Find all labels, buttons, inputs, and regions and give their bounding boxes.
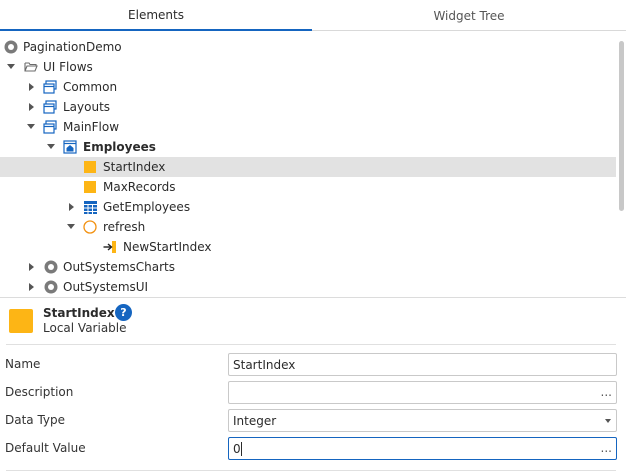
chevron-down-icon[interactable] [25,121,37,133]
module-icon [4,40,18,54]
module-icon [44,280,58,294]
property-element-type: Local Variable [43,321,127,335]
chevron-right-icon[interactable] [26,261,38,273]
data-type-select[interactable]: Integer [228,409,617,432]
default-value-value: 0 [233,442,241,456]
help-icon[interactable]: ? [115,304,132,321]
tree-item-label: StartIndex [103,160,166,174]
tree-item-label: GetEmployees [103,200,191,214]
property-element-name: StartIndex [43,306,115,320]
tree-item-label: refresh [103,220,146,234]
bottom-separator [6,470,616,471]
chevron-right-icon[interactable] [66,201,78,213]
field-label-data-type: Data Type [5,413,66,427]
tree-item-label: OutSystemsCharts [63,260,175,274]
module-icon [44,260,58,274]
tree-item-label: NewStartIndex [123,240,212,254]
dropdown-arrow-icon[interactable] [605,419,611,423]
property-row-description: Description ... [0,378,626,406]
tree-item-paginationdemo[interactable]: PaginationDemo [0,37,616,57]
tree-item-mainflow[interactable]: MainFlow [0,117,616,137]
tree-item-outsystemscharts[interactable]: OutSystemsCharts [0,257,616,277]
chevron-down-icon[interactable] [5,61,17,73]
property-row-name: Name StartIndex [0,350,626,378]
description-field[interactable]: ... [228,381,617,404]
tree-item-label: Common [63,80,118,94]
local-variable-icon [84,161,96,173]
field-label-description: Description [5,385,74,399]
input-parameter-icon [103,241,116,253]
name-field-value: StartIndex [233,358,296,372]
element-tree: PaginationDemo UI Flows Common Layouts M… [0,37,616,297]
property-row-data-type: Data Type Integer [0,406,626,434]
tree-item-refresh[interactable]: refresh [0,217,616,237]
tree-item-outsystemsui[interactable]: OutSystemsUI [0,277,616,297]
tree-item-label: Employees [83,140,156,154]
chevron-right-icon[interactable] [26,281,38,293]
scroll-thumb[interactable] [619,41,624,211]
action-circle-icon [83,220,97,234]
flow-icon [43,80,57,94]
chevron-down-icon[interactable] [45,141,57,153]
tree-item-maxrecords[interactable]: MaxRecords [0,177,616,197]
tab-widget-tree[interactable]: Widget Tree [312,0,626,31]
property-row-default-value: Default Value 0 ... [0,434,626,462]
chevron-down-icon[interactable] [65,221,77,233]
data-type-value: Integer [233,414,277,428]
flow-icon [43,120,57,134]
tree-item-ui-flows[interactable]: UI Flows [0,57,616,77]
tree-item-label: UI Flows [43,60,93,74]
properties-header: StartIndex ? Local Variable [0,298,626,342]
properties-separator [6,344,616,345]
text-cursor [241,442,242,456]
tree-item-getemployees[interactable]: GetEmployees [0,197,616,217]
tab-bar: Elements Widget Tree [0,0,626,31]
tree-item-common[interactable]: Common [0,77,616,97]
tree-item-label: MaxRecords [103,180,176,194]
tree-item-employees[interactable]: Employees [0,137,616,157]
expression-editor-button[interactable]: ... [601,384,612,400]
default-value-field[interactable]: 0 ... [228,437,617,460]
chevron-right-icon[interactable] [26,81,38,93]
screen-home-icon [63,140,77,154]
local-variable-icon [9,309,33,333]
aggregate-icon [84,201,97,214]
tree-item-label: Layouts [63,100,111,114]
tree-item-label: MainFlow [63,120,120,134]
folder-open-icon [24,62,38,72]
tab-elements[interactable]: Elements [0,0,312,31]
local-variable-icon [84,181,96,193]
expression-editor-button[interactable]: ... [601,440,612,456]
tree-scrollbar[interactable] [617,37,626,297]
tree-item-newstartindex[interactable]: NewStartIndex [0,237,616,257]
field-label-name: Name [5,357,41,371]
tree-item-label: OutSystemsUI [63,280,149,294]
tree-item-label: PaginationDemo [23,40,122,54]
tree-item-layouts[interactable]: Layouts [0,97,616,117]
field-label-default-value: Default Value [5,441,86,455]
chevron-right-icon[interactable] [26,101,38,113]
tree-item-startindex[interactable]: StartIndex [0,157,616,177]
flow-icon [43,100,57,114]
name-field[interactable]: StartIndex [228,353,617,376]
